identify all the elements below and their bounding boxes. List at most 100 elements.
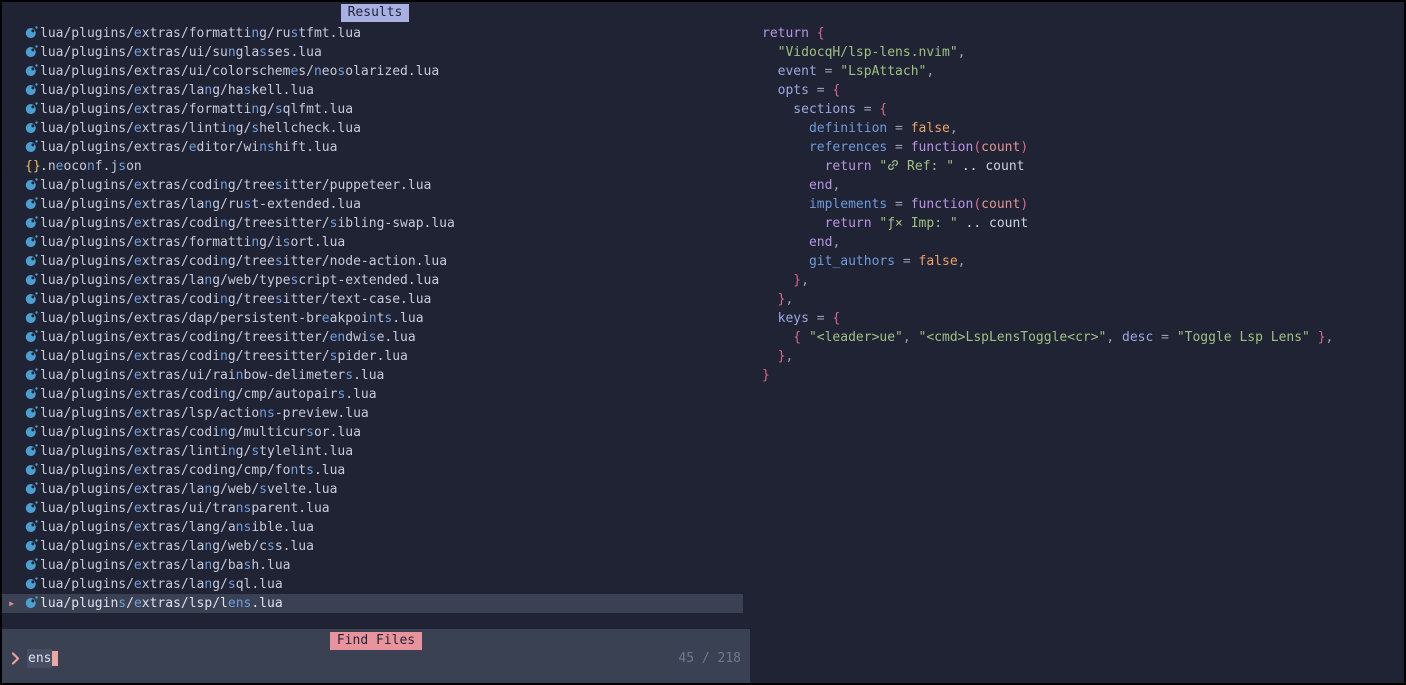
result-row[interactable]: lua/plugins/extras/lang/bash.lua	[2, 556, 743, 575]
result-path: lua/plugins/extras/lang/ansible.lua	[40, 518, 314, 537]
result-row[interactable]: lua/plugins/extras/lang/rust-extended.lu…	[2, 195, 743, 214]
lua-file-icon	[25, 520, 38, 533]
result-row[interactable]: lua/plugins/extras/lang/web/css.lua	[2, 537, 743, 556]
lua-file-icon	[25, 81, 40, 100]
result-row[interactable]: lua/plugins/extras/coding/treesitter/spi…	[2, 347, 743, 366]
lua-file-icon	[25, 444, 38, 457]
lua-file-icon	[25, 62, 40, 81]
lua-file-icon	[25, 539, 38, 552]
code-line: return {	[762, 24, 1333, 43]
file-preview-panel[interactable]: File Preview return {"VidocqH/lsp-lens.n…	[752, 2, 1404, 683]
lua-file-icon	[25, 254, 38, 267]
result-path: lua/plugins/extras/coding/treesitter/nod…	[40, 252, 447, 271]
find-files-title-badge: Find Files	[330, 632, 422, 650]
result-row[interactable]: lua/plugins/extras/lsp/actions-preview.l…	[2, 404, 743, 423]
selection-caret-icon: ▸	[2, 594, 25, 613]
result-row[interactable]: lua/plugins/extras/lang/ansible.lua	[2, 518, 743, 537]
lua-file-icon	[25, 575, 40, 594]
result-path: lua/plugins/extras/coding/treesitter/spi…	[40, 347, 408, 366]
code-line: },	[762, 271, 1333, 290]
result-row[interactable]: lua/plugins/extras/coding/treesitter/tex…	[2, 290, 743, 309]
results-header: Results	[2, 3, 748, 22]
result-row[interactable]: lua/plugins/extras/dap/persistent-breakp…	[2, 309, 743, 328]
code-line: sections = {	[762, 100, 1333, 119]
prompt-box: Find Files ens 45 / 218	[2, 629, 750, 683]
lua-file-icon	[25, 558, 38, 571]
result-path: lua/plugins/extras/ui/transparent.lua	[40, 499, 330, 518]
lua-file-icon	[25, 311, 38, 324]
result-row[interactable]: lua/plugins/extras/linting/stylelint.lua	[2, 442, 743, 461]
code-line: definition = false,	[762, 119, 1333, 138]
result-path: lua/plugins/extras/coding/treesitter/sib…	[40, 214, 455, 233]
lua-file-icon	[25, 178, 38, 191]
code-line: return " Ref: " .. count	[762, 157, 1333, 176]
result-path: lua/plugins/extras/coding/multicursor.lu…	[40, 423, 361, 442]
prompt-query-text[interactable]: ens	[27, 649, 52, 668]
code-line: },	[762, 290, 1333, 309]
result-row[interactable]: {}.neoconf.json	[2, 157, 743, 176]
lua-file-icon	[25, 537, 40, 556]
result-row[interactable]: ▸ lua/plugins/extras/lsp/lens.lua	[2, 594, 743, 613]
telescope-picker: Results lua/plugins/extras/formatting/ru…	[2, 2, 1404, 683]
result-row[interactable]: lua/plugins/extras/coding/treesitter/nod…	[2, 252, 743, 271]
result-row[interactable]: lua/plugins/extras/formatting/isort.lua	[2, 233, 743, 252]
lua-file-icon	[25, 577, 38, 590]
lua-file-icon	[25, 43, 40, 62]
result-path: lua/plugins/extras/formatting/sqlfmt.lua	[40, 100, 353, 119]
lua-file-icon	[25, 406, 38, 419]
lua-file-icon	[25, 368, 38, 381]
lua-file-icon	[25, 330, 38, 343]
result-row[interactable]: lua/plugins/extras/formatting/rustfmt.lu…	[2, 24, 743, 43]
lua-file-icon	[25, 596, 38, 609]
result-row[interactable]: lua/plugins/extras/ui/transparent.lua	[2, 499, 743, 518]
code-line: }	[762, 366, 1333, 385]
result-row[interactable]: lua/plugins/extras/coding/treesitter/end…	[2, 328, 743, 347]
prompt-input[interactable]: ens	[11, 649, 58, 668]
result-path: lua/plugins/extras/coding/treesitter/end…	[40, 328, 416, 347]
code-line: keys = {	[762, 309, 1333, 328]
lua-file-icon	[25, 216, 38, 229]
result-row[interactable]: lua/plugins/extras/lang/haskell.lua	[2, 81, 743, 100]
lua-file-icon	[25, 290, 40, 309]
code-line: git_authors = false,	[762, 252, 1333, 271]
lua-file-icon	[25, 292, 38, 305]
lua-file-icon	[25, 83, 38, 96]
lua-file-icon	[25, 349, 38, 362]
result-row[interactable]: lua/plugins/extras/lang/web/typescript-e…	[2, 271, 743, 290]
lua-file-icon	[25, 214, 40, 233]
lua-file-icon	[25, 233, 40, 252]
result-path: lua/plugins/extras/lang/web/typescript-e…	[40, 271, 439, 290]
result-row[interactable]: lua/plugins/extras/linting/shellcheck.lu…	[2, 119, 743, 138]
lua-file-icon	[25, 195, 40, 214]
result-path: lua/plugins/extras/lang/rust-extended.lu…	[40, 195, 361, 214]
result-row[interactable]: lua/plugins/extras/editor/winshift.lua	[2, 138, 743, 157]
result-row[interactable]: lua/plugins/extras/coding/cmp/autopairs.…	[2, 385, 743, 404]
json-file-icon: {}	[25, 157, 40, 176]
lua-file-icon	[25, 119, 40, 138]
code-line: implements = function(count)	[762, 195, 1333, 214]
result-row[interactable]: lua/plugins/extras/coding/treesitter/sib…	[2, 214, 743, 233]
prompt-chevron-icon	[11, 652, 20, 665]
result-path: lua/plugins/extras/lang/web/svelte.lua	[40, 480, 337, 499]
result-row[interactable]: lua/plugins/extras/lang/web/svelte.lua	[2, 480, 743, 499]
lua-file-icon	[25, 176, 40, 195]
result-path: lua/plugins/extras/lsp/actions-preview.l…	[40, 404, 369, 423]
lua-file-icon	[25, 499, 40, 518]
result-row[interactable]: lua/plugins/extras/ui/colorschemes/neoso…	[2, 62, 743, 81]
lua-file-icon	[25, 140, 38, 153]
result-row[interactable]: lua/plugins/extras/coding/multicursor.lu…	[2, 423, 743, 442]
result-row[interactable]: lua/plugins/extras/ui/rainbow-delimeters…	[2, 366, 743, 385]
lua-file-icon	[25, 482, 38, 495]
result-row[interactable]: lua/plugins/extras/ui/sunglasses.lua	[2, 43, 743, 62]
result-row[interactable]: lua/plugins/extras/coding/cmp/fonts.lua	[2, 461, 743, 480]
lua-file-icon	[25, 404, 40, 423]
lua-file-icon	[25, 387, 38, 400]
result-row[interactable]: lua/plugins/extras/lang/sql.lua	[2, 575, 743, 594]
lua-file-icon	[25, 121, 38, 134]
result-path: lua/plugins/extras/coding/treesitter/pup…	[40, 176, 431, 195]
result-row[interactable]: lua/plugins/extras/formatting/sqlfmt.lua	[2, 100, 743, 119]
code-line: event = "LspAttach",	[762, 62, 1333, 81]
result-path: lua/plugins/extras/lsp/lens.lua	[40, 594, 283, 613]
code-line: opts = {	[762, 81, 1333, 100]
result-row[interactable]: lua/plugins/extras/coding/treesitter/pup…	[2, 176, 743, 195]
